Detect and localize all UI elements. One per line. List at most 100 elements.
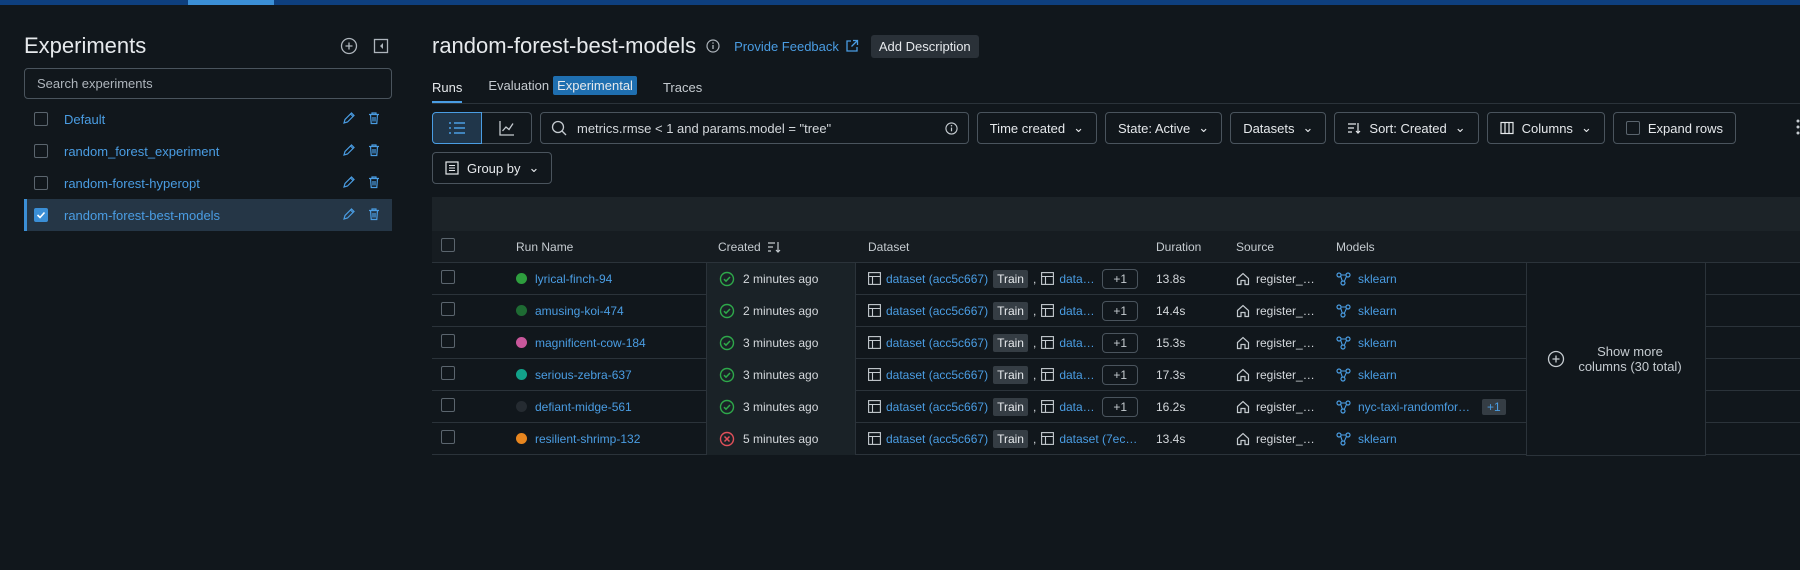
run-name-link[interactable]: resilient-shrimp-132 [535,432,640,446]
row-checkbox[interactable] [441,270,455,284]
row-checkbox[interactable] [441,398,455,412]
source-name[interactable]: register_… [1256,400,1315,414]
experiment-item[interactable]: random-forest-hyperopt [24,167,392,199]
experiment-name[interactable]: Default [64,112,342,127]
row-checkbox[interactable] [441,302,455,316]
select-all-checkbox[interactable] [441,238,455,252]
run-color-dot[interactable] [516,337,527,348]
chart-view-button[interactable] [482,112,532,144]
model-link[interactable]: sklearn [1358,272,1397,286]
header-source[interactable]: Source [1236,240,1336,254]
experiment-checkbox[interactable] [34,144,48,158]
experiment-checkbox[interactable] [34,208,48,222]
edit-icon[interactable] [342,143,358,159]
experiment-name[interactable]: random-forest-best-models [64,208,342,223]
source-name[interactable]: register_… [1256,304,1315,318]
source-name[interactable]: register_… [1256,432,1315,446]
experiment-name[interactable]: random-forest-hyperopt [64,176,342,191]
source-name[interactable]: register_… [1256,272,1315,286]
run-name-link[interactable]: amusing-koi-474 [535,304,624,318]
run-color-dot[interactable] [516,305,527,316]
time-created-dropdown[interactable]: Time created ⌄ [976,112,1098,144]
table-view-button[interactable] [432,112,482,144]
dataset-link-2[interactable]: datas… [1059,272,1097,286]
sort-dropdown[interactable]: Sort: Created ⌄ [1334,112,1479,144]
dataset-link-2[interactable]: datas… [1059,336,1097,350]
row-checkbox[interactable] [441,430,455,444]
model-link[interactable]: sklearn [1358,336,1397,350]
experiment-item[interactable]: random-forest-best-models [24,199,392,231]
dataset-link[interactable]: dataset (acc5c667) [886,400,988,414]
edit-icon[interactable] [342,111,358,127]
show-more-columns-button[interactable]: Show more columns (30 total) [1526,263,1706,456]
dataset-link[interactable]: dataset (acc5c667) [886,336,988,350]
run-color-dot[interactable] [516,433,527,444]
run-color-dot[interactable] [516,369,527,380]
source-name[interactable]: register_… [1256,336,1315,350]
search-experiments-input[interactable] [24,68,392,99]
edit-icon[interactable] [342,207,358,223]
dataset-link[interactable]: dataset (acc5c667) [886,432,988,446]
tab-traces[interactable]: Traces [663,80,702,103]
delete-icon[interactable] [367,175,383,191]
created-time: 3 minutes ago [743,367,819,382]
info-icon[interactable] [706,39,720,53]
provide-feedback-link[interactable]: Provide Feedback [734,39,859,54]
add-experiment-icon[interactable] [338,35,360,57]
run-name-link[interactable]: serious-zebra-637 [535,368,632,382]
dataset-link-2[interactable]: datas… [1059,368,1097,382]
datasets-dropdown[interactable]: Datasets ⌄ [1230,112,1327,144]
tab-evaluation[interactable]: Evaluation Experimental [488,76,637,103]
dataset-link[interactable]: dataset (acc5c667) [886,272,988,286]
run-name-link[interactable]: magnificent-cow-184 [535,336,646,350]
delete-icon[interactable] [367,111,383,127]
more-options-icon[interactable] [1796,119,1800,138]
dataset-link-2[interactable]: datas… [1059,304,1097,318]
model-link[interactable]: nyc-taxi-randomfore… [1358,400,1476,414]
experiment-checkbox[interactable] [34,112,48,126]
runs-search-box[interactable] [540,112,969,144]
columns-dropdown[interactable]: Columns ⌄ [1486,112,1605,144]
more-datasets-button[interactable]: +1 [1102,364,1138,385]
experiment-checkbox[interactable] [34,176,48,190]
run-name-link[interactable]: defiant-midge-561 [535,400,632,414]
experiment-item[interactable]: random_forest_experiment [24,135,392,167]
experiment-item[interactable]: Default [24,103,392,135]
state-dropdown[interactable]: State: Active ⌄ [1105,112,1223,144]
header-dataset[interactable]: Dataset [856,240,1156,254]
more-datasets-button[interactable]: +1 [1102,300,1138,321]
model-link[interactable]: sklearn [1358,432,1397,446]
edit-icon[interactable] [342,175,358,191]
header-models[interactable]: Models [1336,240,1526,254]
runs-search-input[interactable] [577,120,935,136]
header-duration[interactable]: Duration [1156,240,1236,254]
model-link[interactable]: sklearn [1358,368,1397,382]
expand-rows-checkbox[interactable] [1625,121,1640,135]
header-run-name[interactable]: Run Name [516,240,706,254]
model-link[interactable]: sklearn [1358,304,1397,318]
group-by-dropdown[interactable]: Group by ⌄ [432,152,553,184]
search-info-icon[interactable] [945,121,958,135]
add-description-button[interactable]: Add Description [870,34,979,58]
dataset-link-2[interactable]: dataset (7ec… [1059,432,1137,446]
tab-runs[interactable]: Runs [432,80,463,103]
header-created[interactable]: Created [706,240,856,254]
collapse-sidebar-icon[interactable] [370,35,392,57]
expand-rows-toggle[interactable]: Expand rows [1612,112,1736,144]
run-color-dot[interactable] [516,401,527,412]
dataset-link[interactable]: dataset (acc5c667) [886,304,988,318]
experiment-name[interactable]: random_forest_experiment [64,144,342,159]
row-checkbox[interactable] [441,366,455,380]
run-name-link[interactable]: lyrical-finch-94 [535,272,612,286]
delete-icon[interactable] [367,143,383,159]
delete-icon[interactable] [367,207,383,223]
row-checkbox[interactable] [441,334,455,348]
run-color-dot[interactable] [516,273,527,284]
more-models-tag[interactable]: +1 [1482,398,1506,415]
more-datasets-button[interactable]: +1 [1102,268,1138,289]
more-datasets-button[interactable]: +1 [1102,396,1138,417]
dataset-link-2[interactable]: datas… [1059,400,1097,414]
source-name[interactable]: register_… [1256,368,1315,382]
dataset-link[interactable]: dataset (acc5c667) [886,368,988,382]
more-datasets-button[interactable]: +1 [1102,332,1138,353]
